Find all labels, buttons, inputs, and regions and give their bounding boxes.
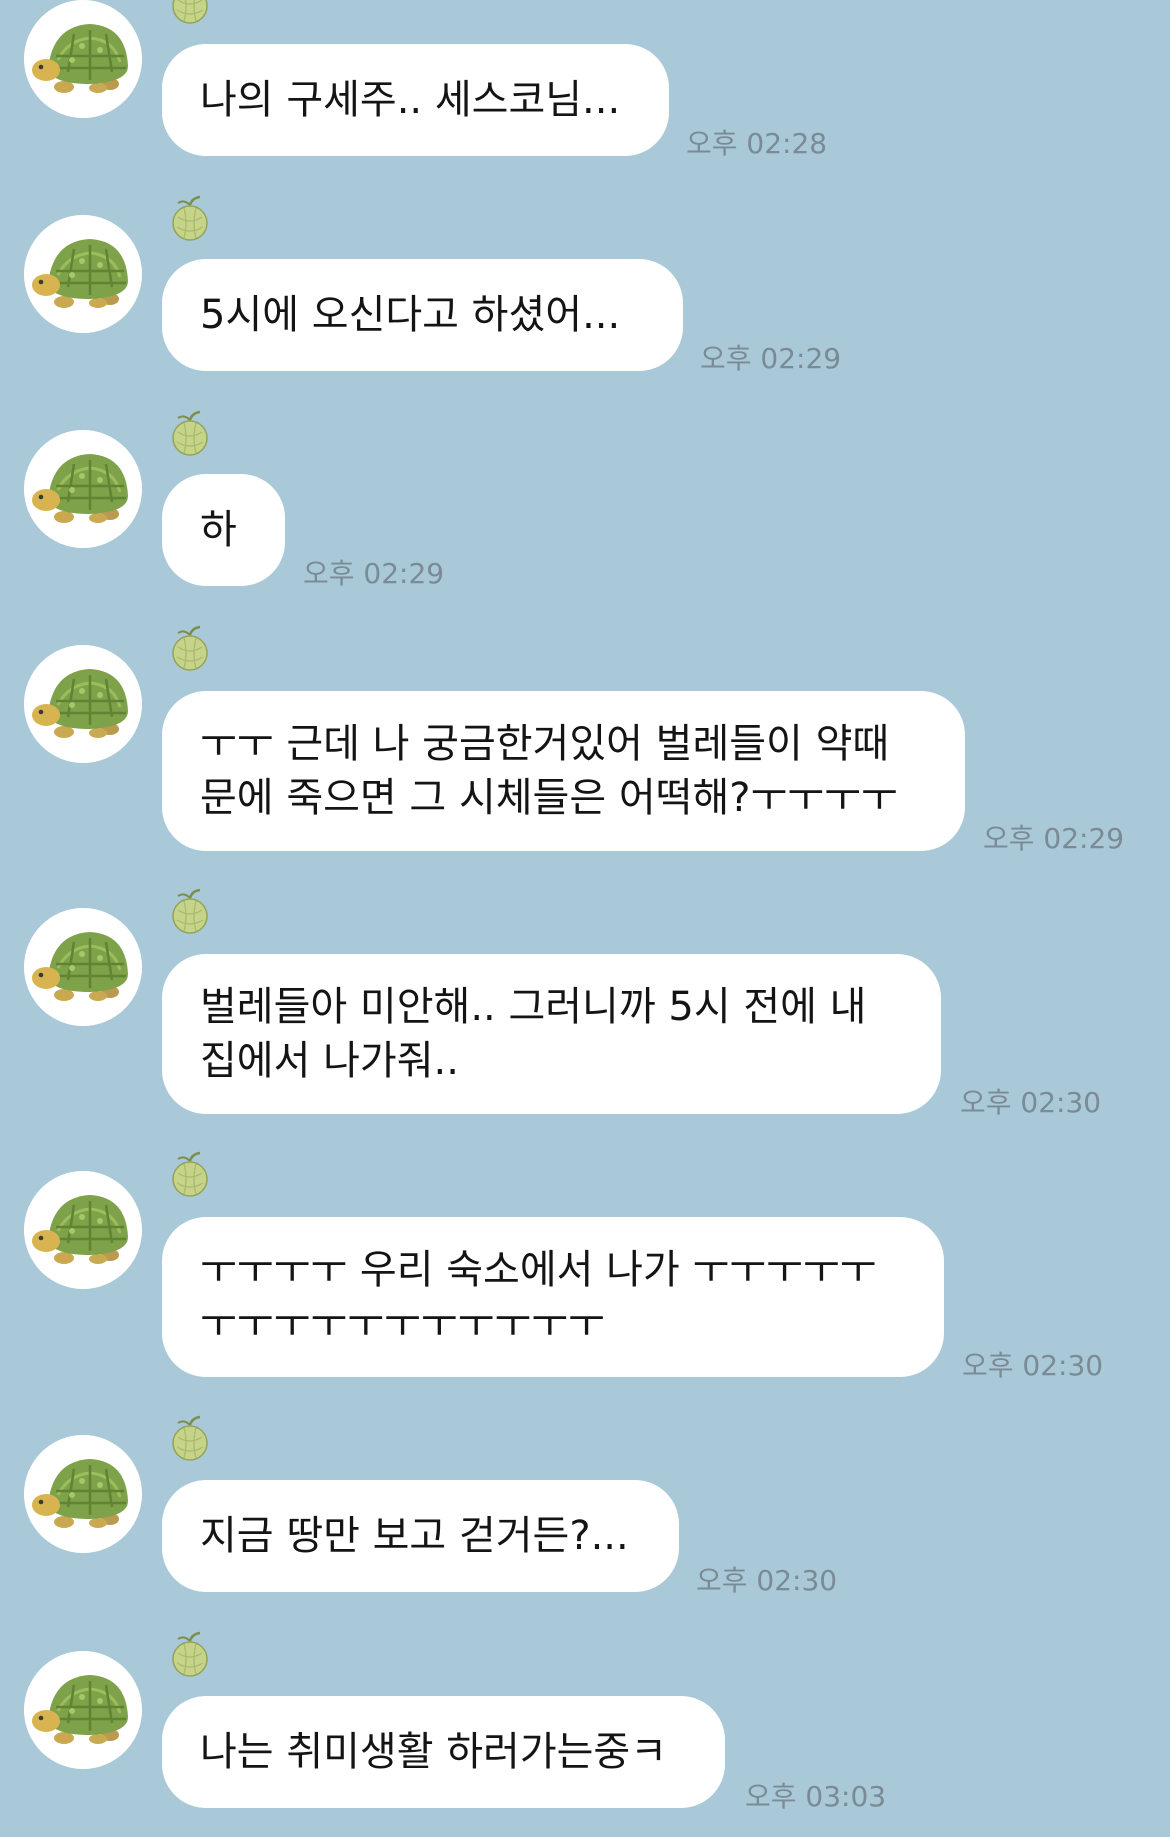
message-bubble[interactable]: 나의 구세주.. 세스코님...: [162, 44, 669, 156]
message-bubble[interactable]: ㅜㅜㅜㅜ 우리 숙소에서 나가 ㅜㅜㅜㅜㅜ ㅜㅜㅜㅜㅜㅜㅜㅜㅜㅜㅜ: [162, 1217, 944, 1377]
message-bubble[interactable]: 하: [162, 474, 285, 586]
melon-badge-icon: [170, 625, 210, 673]
melon-badge-icon: [170, 195, 210, 243]
message-time: 오후 02:30: [962, 1349, 1104, 1382]
message-time: 오후 02:30: [960, 1086, 1102, 1119]
message-bubble[interactable]: ㅜㅜ 근데 나 궁금한거있어 벌레들이 약때 문에 죽으면 그 시체들은 어떡해…: [162, 691, 965, 851]
message-time: 오후 03:03: [745, 1780, 887, 1813]
turtle-avatar-icon[interactable]: [24, 1171, 142, 1289]
turtle-avatar-icon[interactable]: [24, 215, 142, 333]
melon-badge-icon: [170, 1415, 210, 1463]
turtle-avatar-icon[interactable]: [24, 645, 142, 763]
message-time: 오후 02:29: [983, 822, 1125, 855]
turtle-avatar-icon[interactable]: [24, 1435, 142, 1553]
melon-badge-icon: [170, 888, 210, 936]
message-time: 오후 02:30: [696, 1564, 838, 1597]
turtle-avatar-icon[interactable]: [24, 430, 142, 548]
melon-badge-icon: [170, 410, 210, 458]
message-bubble[interactable]: 벌레들아 미안해.. 그러니까 5시 전에 내 집에서 나가줘..: [162, 954, 941, 1114]
message-bubble[interactable]: 지금 땅만 보고 걷거든?...: [162, 1480, 679, 1592]
melon-badge-icon: [170, 0, 210, 26]
melon-badge-icon: [170, 1151, 210, 1199]
message-time: 오후 02:28: [686, 127, 828, 160]
message-bubble[interactable]: 5시에 오신다고 하셨어...: [162, 259, 683, 371]
turtle-avatar-icon[interactable]: [24, 1651, 142, 1769]
turtle-avatar-icon[interactable]: [24, 908, 142, 1026]
melon-badge-icon: [170, 1631, 210, 1679]
turtle-avatar-icon[interactable]: [24, 0, 142, 118]
message-time: 오후 02:29: [303, 557, 445, 590]
message-bubble[interactable]: 나는 취미생활 하러가는중ㅋ: [162, 1696, 725, 1808]
message-time: 오후 02:29: [700, 342, 842, 375]
